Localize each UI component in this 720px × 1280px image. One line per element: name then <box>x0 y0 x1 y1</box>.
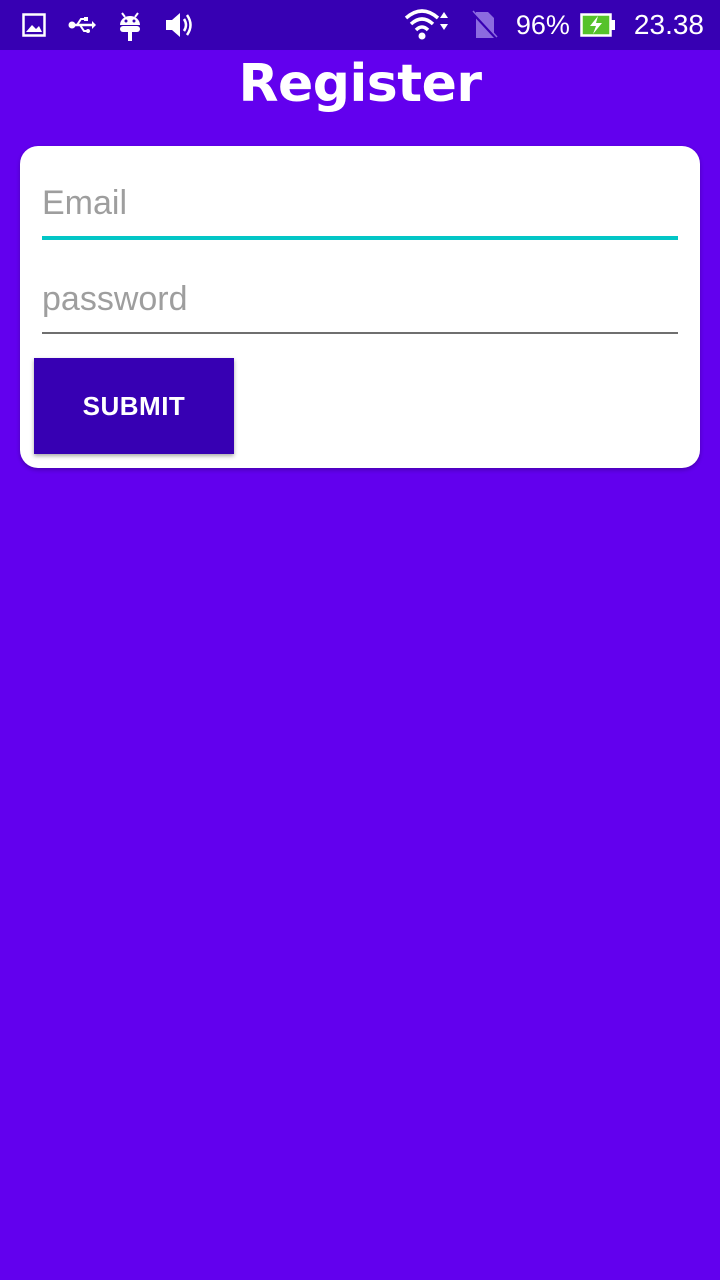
status-right-icons: 96% 23.38 <box>404 0 704 50</box>
email-underline <box>42 236 678 240</box>
page-title: Register <box>238 54 482 114</box>
battery-percent: 96% <box>515 9 570 40</box>
wifi-icon <box>404 8 456 42</box>
email-field[interactable] <box>42 174 678 238</box>
status-clock: 23.38 <box>633 9 704 40</box>
status-bar: 96% 23.38 <box>0 0 720 50</box>
usb-icon <box>68 15 96 35</box>
gallery-icon <box>22 13 46 37</box>
volume-icon <box>164 11 194 39</box>
password-field-container <box>42 270 678 334</box>
no-sim-icon <box>470 10 498 40</box>
password-underline <box>42 332 678 334</box>
password-field[interactable] <box>42 270 678 334</box>
android-debug-icon <box>118 9 142 41</box>
submit-button[interactable]: SUBMIT <box>34 358 234 454</box>
email-field-container <box>42 174 678 240</box>
register-card: SUBMIT <box>20 146 700 468</box>
status-left-icons <box>22 0 194 50</box>
battery-charging-icon <box>580 13 616 37</box>
